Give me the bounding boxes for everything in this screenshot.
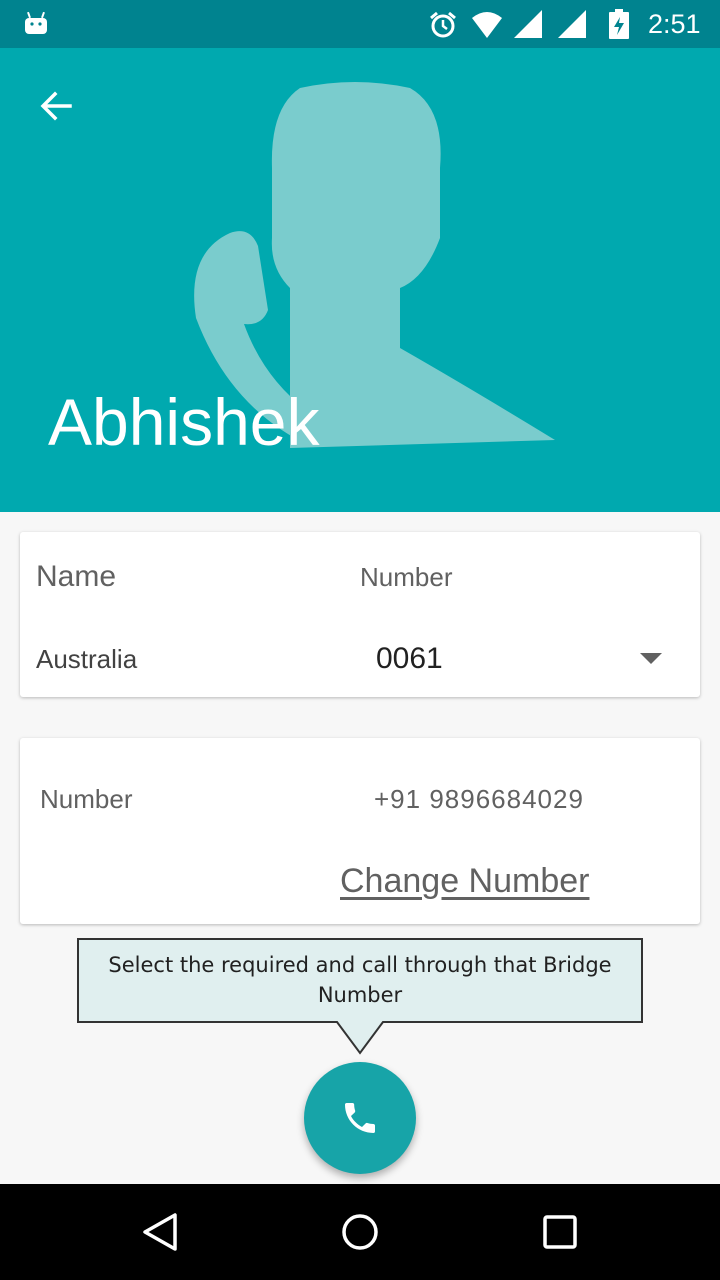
change-number-link[interactable]: Change Number bbox=[340, 862, 589, 901]
contact-header: Abhishek bbox=[0, 48, 720, 512]
tooltip-text: Select the required and call through tha… bbox=[108, 953, 612, 1007]
android-icon bbox=[25, 11, 47, 34]
battery-icon bbox=[609, 9, 629, 39]
call-button[interactable] bbox=[304, 1062, 416, 1174]
nav-back-icon[interactable] bbox=[140, 1212, 180, 1252]
number-label: Number bbox=[360, 562, 453, 592]
nav-recents-icon[interactable] bbox=[540, 1212, 580, 1252]
number-card: Number +91 9896684029 Change Number bbox=[20, 738, 700, 924]
country-card: Name Number Australia 0061 bbox=[20, 532, 700, 697]
navigation-bar bbox=[0, 1184, 720, 1280]
number-label: Number bbox=[40, 784, 133, 814]
status-time: 2:51 bbox=[648, 9, 701, 39]
nav-home-icon[interactable] bbox=[340, 1212, 380, 1252]
arrow-back-icon bbox=[40, 91, 72, 121]
country-code-spinner[interactable]: 0061 bbox=[376, 642, 443, 676]
phone-icon bbox=[345, 1103, 375, 1133]
alarm-icon bbox=[430, 11, 456, 38]
status-bar: 2:51 bbox=[0, 0, 720, 48]
back-button[interactable] bbox=[28, 78, 84, 134]
phone-number-value: +91 9896684029 bbox=[374, 784, 584, 814]
signal-icon bbox=[558, 10, 586, 38]
name-label: Name bbox=[36, 560, 117, 593]
country-value: Australia bbox=[36, 644, 138, 674]
dropdown-arrow-icon[interactable] bbox=[640, 653, 662, 664]
contact-name: Abhishek bbox=[48, 385, 320, 459]
wifi-icon bbox=[472, 10, 542, 38]
